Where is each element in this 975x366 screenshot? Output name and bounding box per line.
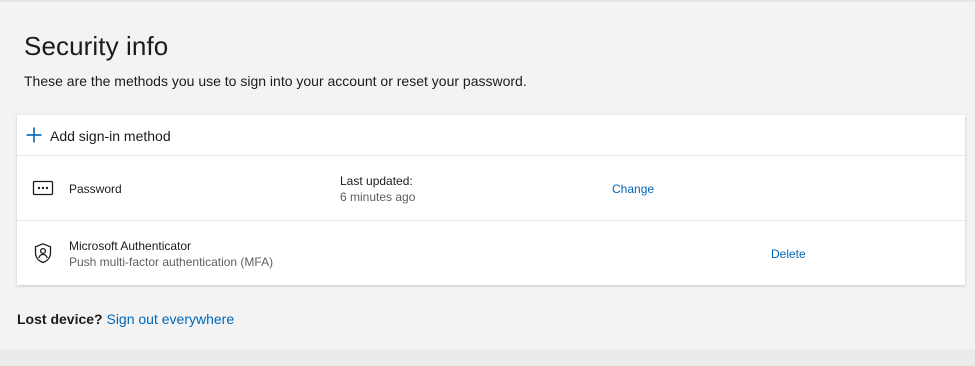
security-info-page: Security info These are the methods you …: [0, 0, 975, 366]
add-sign-in-method-label: Add sign-in method: [50, 128, 171, 144]
method-name-authenticator: Microsoft Authenticator: [69, 239, 192, 253]
lost-device-section: Lost device? Sign out everywhere: [17, 311, 234, 327]
authenticator-app-icon: [34, 243, 52, 264]
method-description-authenticator: Push multi-factor authentication (MFA): [69, 255, 274, 269]
page-subtitle: These are the methods you use to sign in…: [24, 73, 527, 89]
add-sign-in-method-button[interactable]: Add sign-in method: [17, 115, 965, 156]
lost-device-label: Lost device?: [17, 311, 103, 327]
top-divider: [0, 0, 975, 2]
method-name-password: Password: [69, 182, 122, 196]
change-password-link[interactable]: Change: [612, 182, 654, 196]
method-row-password: Password Last updated: 6 minutes ago Cha…: [17, 156, 965, 221]
bottom-band: [0, 349, 975, 366]
last-updated-label: Last updated:: [340, 174, 413, 188]
last-updated-value: 6 minutes ago: [340, 190, 416, 204]
delete-authenticator-link[interactable]: Delete: [771, 247, 806, 261]
plus-icon: [26, 127, 42, 143]
page-title: Security info: [24, 31, 169, 61]
sign-out-everywhere-link[interactable]: Sign out everywhere: [106, 311, 234, 327]
sign-in-methods-card: Add sign-in method Password Last updated…: [17, 115, 965, 285]
password-icon: [32, 180, 54, 196]
method-row-authenticator: Microsoft Authenticator Push multi-facto…: [17, 221, 965, 285]
